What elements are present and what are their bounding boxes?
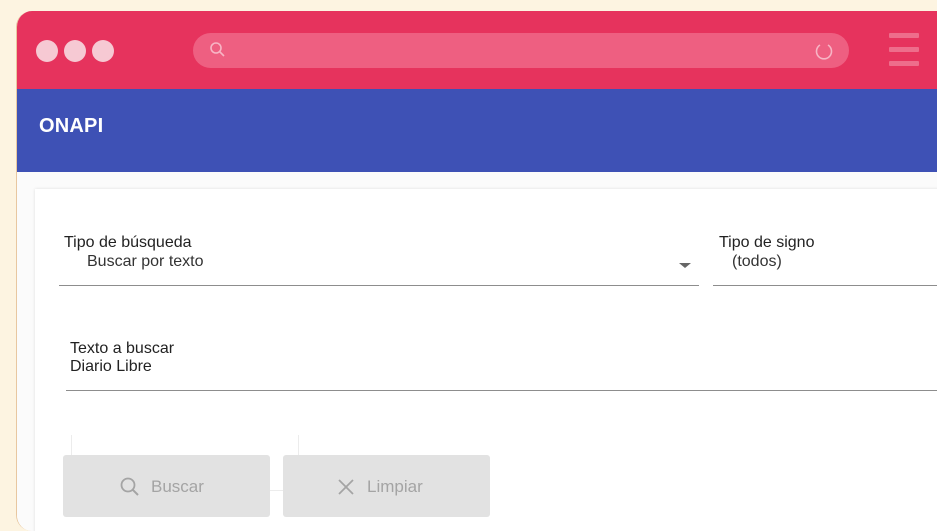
close-dot[interactable] [36,40,58,62]
browser-window: ONAPI Tipo de búsqueda Buscar por texto … [16,11,937,531]
chevron-down-icon[interactable] [679,263,691,268]
minimize-dot[interactable] [64,40,86,62]
reload-icon[interactable] [813,40,835,62]
tipo-busqueda-underline [59,285,699,286]
tipo-signo-label: Tipo de signo [719,234,815,251]
tipo-busqueda-label: Tipo de búsqueda [64,234,192,251]
clear-button-label: Limpiar [367,477,423,496]
texto-buscar-input[interactable]: Diario Libre [70,358,152,376]
search-button-label: Buscar [151,477,204,496]
texto-buscar-label: Texto a buscar [70,340,175,357]
search-icon [120,477,139,496]
texto-buscar-underline [66,390,937,391]
tipo-busqueda-select[interactable]: Buscar por texto [87,253,204,271]
clear-button[interactable]: Limpiar [283,455,490,517]
main-content: Tipo de búsqueda Buscar por texto Tipo d… [17,172,937,531]
maximize-dot[interactable] [92,40,114,62]
address-bar[interactable] [193,33,849,68]
hamburger-menu-icon[interactable] [889,33,919,67]
search-form-card: Tipo de búsqueda Buscar por texto Tipo d… [35,189,937,531]
app-header: ONAPI [17,89,937,172]
search-button[interactable]: Buscar [63,455,270,517]
tipo-signo-select[interactable]: (todos) [732,253,782,271]
app-title: ONAPI [39,115,104,137]
close-icon [338,479,354,495]
browser-toolbar [17,11,937,89]
search-icon [210,42,225,57]
tipo-signo-underline [713,285,937,286]
